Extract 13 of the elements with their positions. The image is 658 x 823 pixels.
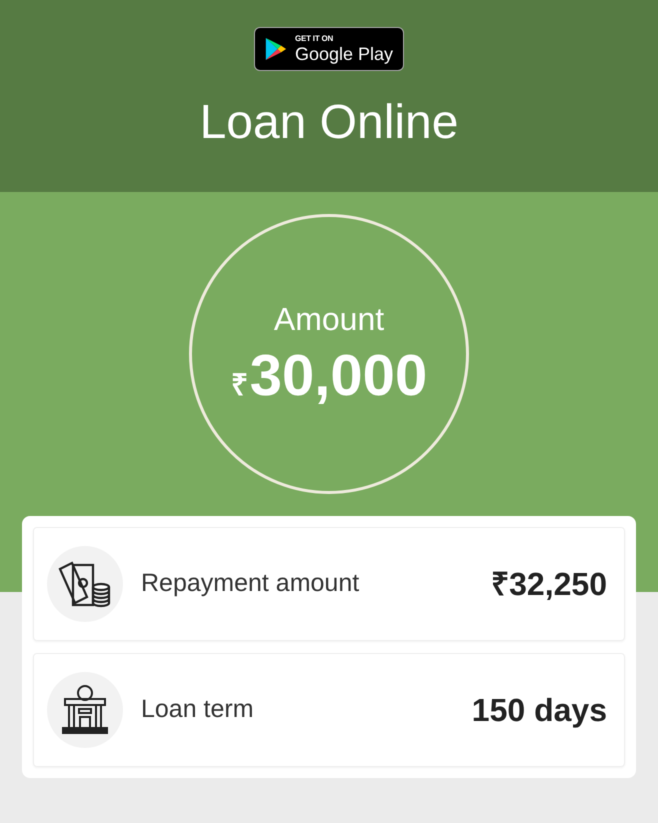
detail-label: Repayment amount xyxy=(141,568,360,600)
amount-label: Amount xyxy=(274,302,384,334)
amount-value: 30,000 xyxy=(250,346,428,404)
store-badge[interactable]: GET IT ON Google Play xyxy=(254,27,404,71)
detail-label: Loan term xyxy=(141,694,254,726)
currency-symbol: ₹ xyxy=(230,368,248,404)
detail-value: 150 days xyxy=(472,691,607,730)
store-name: Google Play xyxy=(294,45,393,63)
bank-icon xyxy=(61,683,109,737)
badge-caption: GET IT ON xyxy=(294,35,334,43)
app-title: Loan Online xyxy=(200,99,458,147)
detail-value: ₹32,250 xyxy=(491,565,607,604)
play-icon xyxy=(265,35,287,63)
